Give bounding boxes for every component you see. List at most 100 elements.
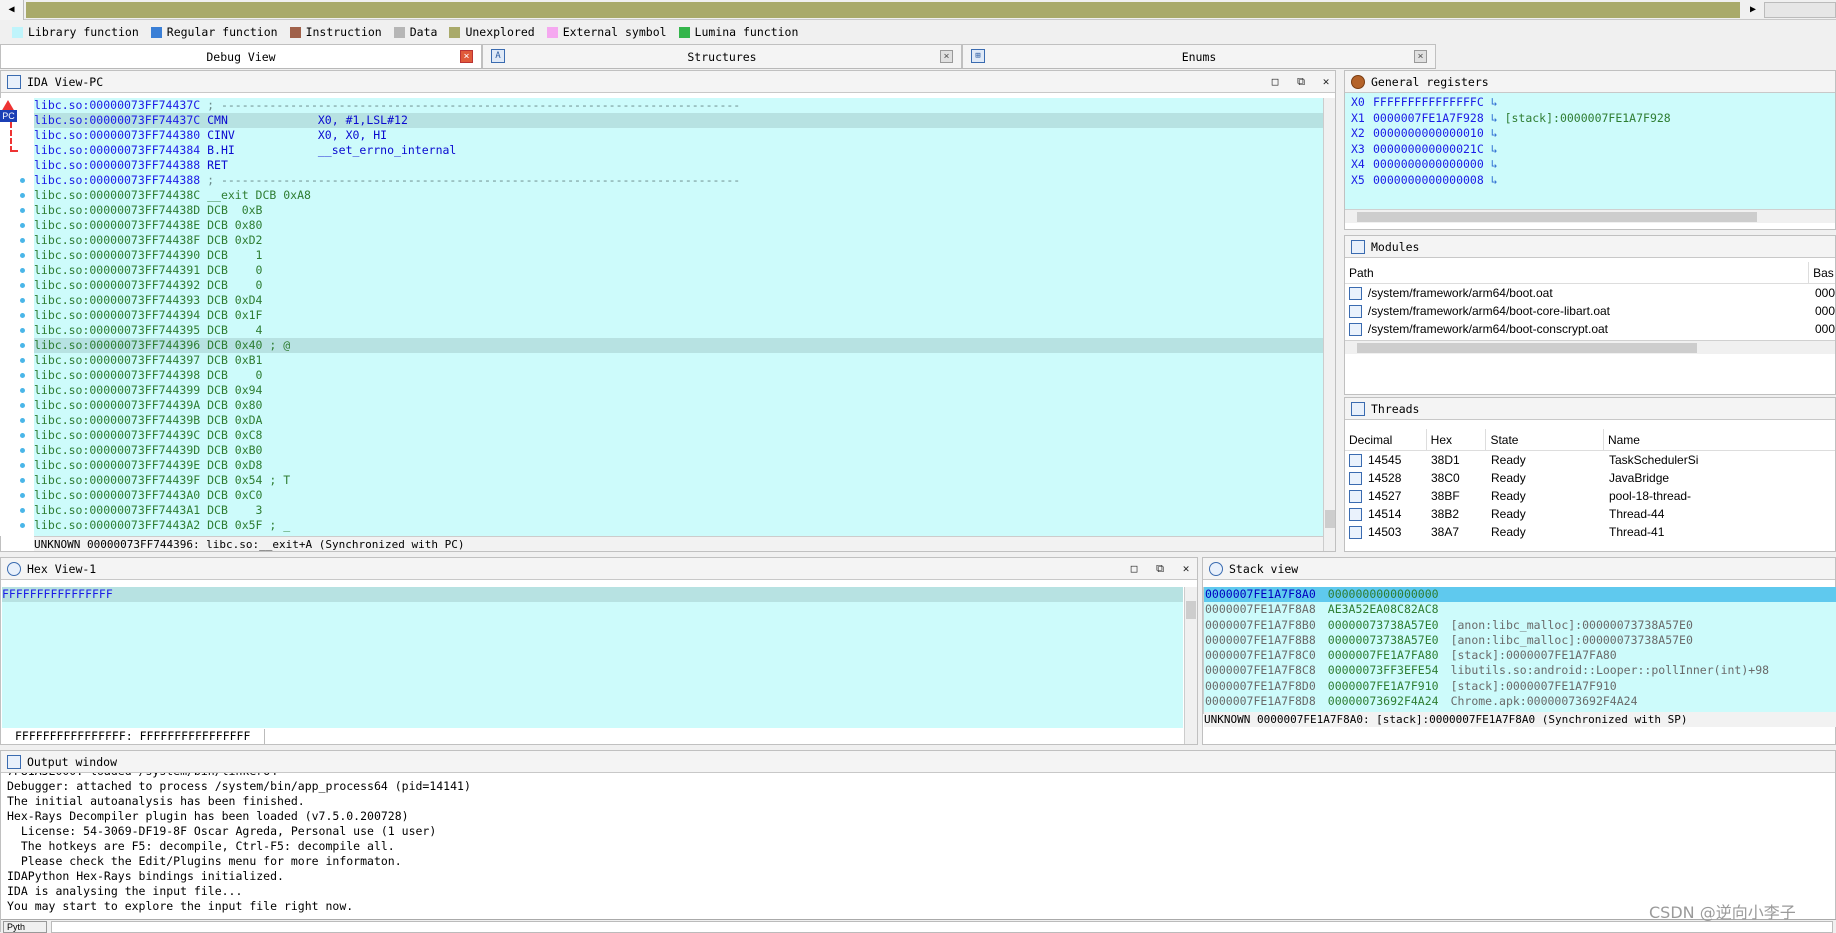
disasm-line[interactable]: libc.so:00000073FF744396 DCB 0x40 ; @ (34, 338, 1323, 353)
breakpoint-dot[interactable] (20, 283, 25, 288)
module-row[interactable]: /system/framework/arm64/boot.oat 000 (1345, 284, 1835, 302)
stack-row[interactable]: 0000007FE1A7F8C8 00000073FF3EFE54 libutils… (1204, 663, 1836, 678)
disasm-line[interactable]: libc.so:00000073FF74439E DCB 0xD8 (34, 458, 1323, 473)
stack-row[interactable]: 0000007FE1A7F8C0 0000007FE1A7FA80 [stack]:… (1204, 648, 1836, 663)
close-icon[interactable]: × (1414, 50, 1427, 63)
disasm-line[interactable]: libc.so:00000073FF74437C ; -------------… (34, 98, 1323, 113)
register-value[interactable]: 0000000000000000 (1373, 157, 1484, 171)
stack-row[interactable]: 0000007FE1A7F8D8 00000073692F4A24 Chrome.a… (1204, 694, 1836, 709)
jump-icon[interactable]: ↳ (1484, 126, 1505, 140)
disasm-line[interactable]: libc.so:00000073FF744394 DCB 0x1F (34, 308, 1323, 323)
ida-vertical-scrollbar[interactable] (1323, 98, 1335, 551)
breakpoint-dot[interactable] (20, 253, 25, 258)
column-header-base[interactable]: Bas (1809, 262, 1835, 284)
disasm-line[interactable]: libc.so:00000073FF74439A DCB 0x80 (34, 398, 1323, 413)
thread-row[interactable]: 14527 38BF Ready pool-18-thread- (1345, 487, 1835, 505)
column-header-path[interactable]: Path (1345, 261, 1810, 284)
python-command-tab[interactable]: Pyth (3, 921, 47, 933)
disasm-line[interactable]: libc.so:00000073FF744388 ; -------------… (34, 173, 1323, 188)
tab-enums[interactable]: ⊞ Enums × (962, 44, 1436, 68)
disasm-line[interactable]: libc.so:00000073FF74439C DCB 0xC8 (34, 428, 1323, 443)
breakpoint-dot[interactable] (20, 493, 25, 498)
stack-value[interactable]: 0000007FE1A7FA80 (1328, 648, 1439, 662)
breakpoint-dot[interactable] (20, 223, 25, 228)
breakpoint-dot[interactable] (20, 313, 25, 318)
registers-hscrollbar[interactable] (1345, 209, 1835, 223)
breakpoint-dot[interactable] (20, 193, 25, 198)
disasm-line[interactable]: libc.so:00000073FF744398 DCB 0 (34, 368, 1323, 383)
output-log[interactable]: 7F81A5E000: loaded /system/bin/linker64D… (1, 773, 1835, 917)
breakpoint-dot[interactable] (20, 373, 25, 378)
disasm-line[interactable]: libc.so:00000073FF744399 DCB 0x94 (34, 383, 1323, 398)
register-value[interactable]: 0000007FE1A7F928 (1373, 111, 1484, 125)
stack-value[interactable]: 00000073738A57E0 (1328, 618, 1439, 632)
scroll-thumb[interactable] (1357, 343, 1697, 353)
register-row[interactable]: X0 FFFFFFFFFFFFFFFC ↳ (1345, 95, 1835, 111)
maximize-icon[interactable]: □ (1268, 75, 1282, 89)
register-row[interactable]: X3 000000000000021C ↳ (1345, 142, 1835, 158)
navigation-band[interactable]: ◀ ▶ (0, 0, 1836, 20)
breakpoint-dot[interactable] (20, 433, 25, 438)
breakpoint-dot[interactable] (20, 238, 25, 243)
ida-disassembly[interactable]: libc.so:00000073FF74437C ; -------------… (34, 98, 1323, 536)
stack-row[interactable]: 0000007FE1A7F8B8 00000073738A57E0 [anon:li… (1204, 633, 1836, 648)
breakpoint-dot[interactable] (20, 463, 25, 468)
thread-row[interactable]: 14503 38A7 Ready Thread-41 (1345, 523, 1835, 541)
disasm-line[interactable]: libc.so:00000073FF744384 B.HI __set_errn… (34, 143, 1323, 158)
stack-value[interactable]: 00000073692F4A24 (1328, 694, 1439, 708)
hex-dump[interactable]: FFFFFFFFFFFFFFFF (2, 587, 1183, 728)
disasm-line[interactable]: libc.so:00000073FF74439D DCB 0xB0 (34, 443, 1323, 458)
scroll-thumb[interactable] (1325, 510, 1335, 528)
disasm-line[interactable]: libc.so:00000073FF744390 DCB 1 (34, 248, 1323, 263)
disasm-line[interactable]: libc.so:00000073FF74438C __exit DCB 0xA8 (34, 188, 1323, 203)
disasm-line[interactable]: libc.so:00000073FF7443A1 DCB 3 (34, 503, 1323, 518)
disasm-line[interactable]: libc.so:00000073FF74439B DCB 0xDA (34, 413, 1323, 428)
jump-icon[interactable]: ↳ (1484, 95, 1505, 109)
command-input[interactable] (51, 921, 1833, 933)
disasm-line[interactable]: libc.so:00000073FF744380 CINV X0, X0, HI (34, 128, 1323, 143)
disasm-line[interactable]: libc.so:00000073FF74438E DCB 0x80 (34, 218, 1323, 233)
breakpoint-dot[interactable] (20, 343, 25, 348)
disasm-line[interactable]: libc.so:00000073FF744388 RET (34, 158, 1323, 173)
register-value[interactable]: 0000000000000008 (1373, 173, 1484, 187)
jump-icon[interactable]: ↳ (1484, 111, 1505, 125)
disasm-line[interactable]: libc.so:00000073FF74439F DCB 0x54 ; T (34, 473, 1323, 488)
register-value[interactable]: 0000000000000010 (1373, 126, 1484, 140)
scroll-thumb[interactable] (1357, 212, 1757, 222)
stack-value[interactable]: AE3A52EA08C82AC8 (1328, 602, 1439, 616)
column-header-hex[interactable]: Hex (1427, 428, 1487, 451)
close-icon[interactable]: × (940, 50, 953, 63)
register-row[interactable]: X5 0000000000000008 ↳ (1345, 173, 1835, 189)
module-row[interactable]: /system/framework/arm64/boot-core-libart… (1345, 302, 1835, 320)
module-row[interactable]: /system/framework/arm64/boot-conscrypt.o… (1345, 320, 1835, 338)
thread-row[interactable]: 14528 38C0 Ready JavaBridge (1345, 469, 1835, 487)
disasm-line[interactable]: libc.so:00000073FF744397 DCB 0xB1 (34, 353, 1323, 368)
breakpoint-dot[interactable] (20, 403, 25, 408)
close-icon[interactable]: ✕ (1179, 562, 1193, 576)
stack-value[interactable]: 00000073738A57E0 (1328, 633, 1439, 647)
navigation-scroll-box[interactable] (1764, 2, 1836, 18)
hex-vertical-scrollbar[interactable] (1184, 587, 1197, 744)
register-value[interactable]: 000000000000021C (1373, 142, 1484, 156)
hex-line[interactable]: FFFFFFFFFFFFFFFF (2, 587, 1183, 602)
stack-row[interactable]: 0000007FE1A7F8D0 0000007FE1A7F910 [stack]:… (1204, 679, 1836, 694)
thread-row[interactable]: 14514 38B2 Ready Thread-44 (1345, 505, 1835, 523)
register-row[interactable]: X1 0000007FE1A7F928 ↳ [stack]:0000007FE1A… (1345, 111, 1835, 127)
disasm-line[interactable]: libc.so:00000073FF7443A0 DCB 0xC0 (34, 488, 1323, 503)
stack-row[interactable]: 0000007FE1A7F8B0 00000073738A57E0 [anon:li… (1204, 618, 1836, 633)
register-row[interactable]: X2 0000000000000010 ↳ (1345, 126, 1835, 142)
breakpoint-dot[interactable] (20, 448, 25, 453)
stack-row[interactable]: 0000007FE1A7F8A0 0000000000000000 (1204, 587, 1836, 603)
column-header-name[interactable]: Name (1604, 429, 1835, 451)
stack-row[interactable]: 0000007FE1A7F8A8 AE3A52EA08C82AC8 (1204, 602, 1836, 617)
stack-list[interactable]: 0000007FE1A7F8A0 0000000000000000 0000007F… (1204, 587, 1836, 712)
disasm-line[interactable]: libc.so:00000073FF74438F DCB 0xD2 (34, 233, 1323, 248)
close-icon[interactable]: × (460, 50, 473, 63)
scroll-left-icon[interactable]: ◀ (0, 0, 24, 20)
scroll-thumb[interactable] (1186, 601, 1196, 619)
disasm-line[interactable]: libc.so:00000073FF744393 DCB 0xD4 (34, 293, 1323, 308)
disasm-line[interactable]: libc.so:00000073FF744391 DCB 0 (34, 263, 1323, 278)
jump-icon[interactable]: ↳ (1484, 173, 1505, 187)
breakpoint-dot[interactable] (20, 358, 25, 363)
breakpoint-dot[interactable] (20, 523, 25, 528)
